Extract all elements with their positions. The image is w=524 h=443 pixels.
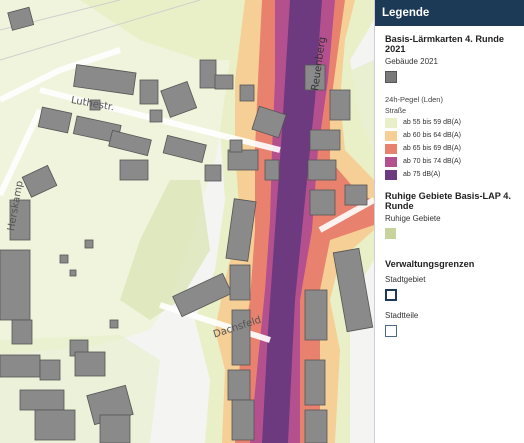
stadtgebiet-label: Stadtgebiet [385,275,426,284]
stadtteile-label: Stadtteile [385,311,419,320]
map-canvas[interactable]: Luthestr. Herskamp Reuenberg Dachsfeld [0,0,374,443]
stadtgebiet-swatch [385,289,397,301]
noise-class-row: ab 60 bis 64 dB(A) [385,130,524,141]
noise-class-row: ab 55 bis 59 dB(A) [385,117,524,128]
noise-class-label: ab 55 bis 59 dB(A) [403,119,461,126]
quiet-areas-label: Ruhige Gebiete [385,214,441,223]
buildings-swatch [385,71,397,83]
noise-class-label: ab 70 bis 74 dB(A) [403,158,461,165]
section-title-ruhige-gebiete: Ruhige Gebiete Basis-LAP 4. Runde [385,191,511,211]
noise-class-row: ab 70 bis 74 dB(A) [385,156,524,167]
street-sublabel: Straße [385,108,407,115]
legend-panel: Legende Basis-Lärmkarten 4. Runde 2021 G… [374,0,524,443]
noise-class-swatch [385,156,397,167]
noise-class-swatch [385,169,397,180]
noise-class-swatch [385,143,397,154]
noise-class-list: ab 55 bis 59 dB(A) ab 60 bis 64 dB(A) ab 6… [385,117,524,180]
section-title-verwaltungsgrenzen: Verwaltungsgrenzen [385,259,475,269]
buildings-layer-label: Gebäude 2021 [385,57,438,66]
legend-body: Basis-Lärmkarten 4. Runde 2021 Gebäude 2… [375,34,524,337]
noise-class-swatch [385,117,397,128]
legend-header: Legende [375,0,524,26]
section-title-laermkarten: Basis-Lärmkarten 4. Runde 2021 [385,34,504,54]
noise-class-label: ab 75 dB(A) [403,171,441,178]
noise-class-label: ab 65 bis 69 dB(A) [403,145,461,152]
noise-class-swatch [385,130,397,141]
noise-class-label: ab 60 bis 64 dB(A) [403,132,461,139]
stadtteile-swatch [385,325,397,337]
noise-class-row: ab 75 dB(A) [385,169,524,180]
noise-class-row: ab 65 bis 69 dB(A) [385,143,524,154]
pegel-layer-label: 24h-Pegel (Lden) [385,95,443,104]
quiet-areas-swatch [385,228,396,239]
